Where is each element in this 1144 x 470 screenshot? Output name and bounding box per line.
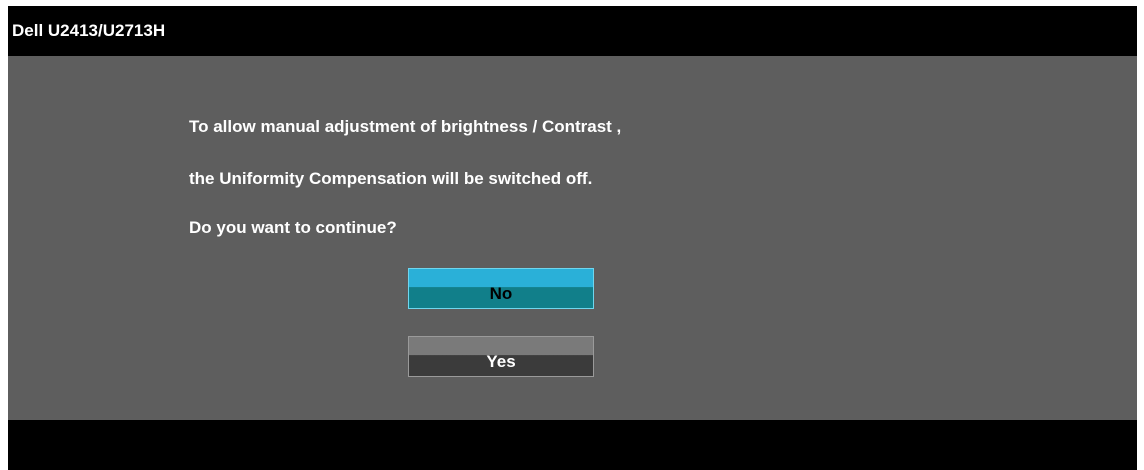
no-button[interactable]: No (408, 268, 594, 309)
message-line-1: To allow manual adjustment of brightness… (189, 117, 622, 136)
message-line-2: the Uniformity Compensation will be swit… (189, 169, 593, 188)
osd-window: Dell U2413/U2713H To allow manual adjust… (8, 6, 1137, 470)
window-title: Dell U2413/U2713H (12, 21, 166, 40)
footer-bar (8, 420, 1137, 470)
yes-button-label: Yes (486, 352, 516, 371)
yes-button[interactable]: Yes (408, 336, 594, 377)
message-line-3: Do you want to continue? (189, 218, 397, 237)
no-button-label: No (489, 284, 513, 303)
title-bar: Dell U2413/U2713H (8, 6, 1137, 56)
